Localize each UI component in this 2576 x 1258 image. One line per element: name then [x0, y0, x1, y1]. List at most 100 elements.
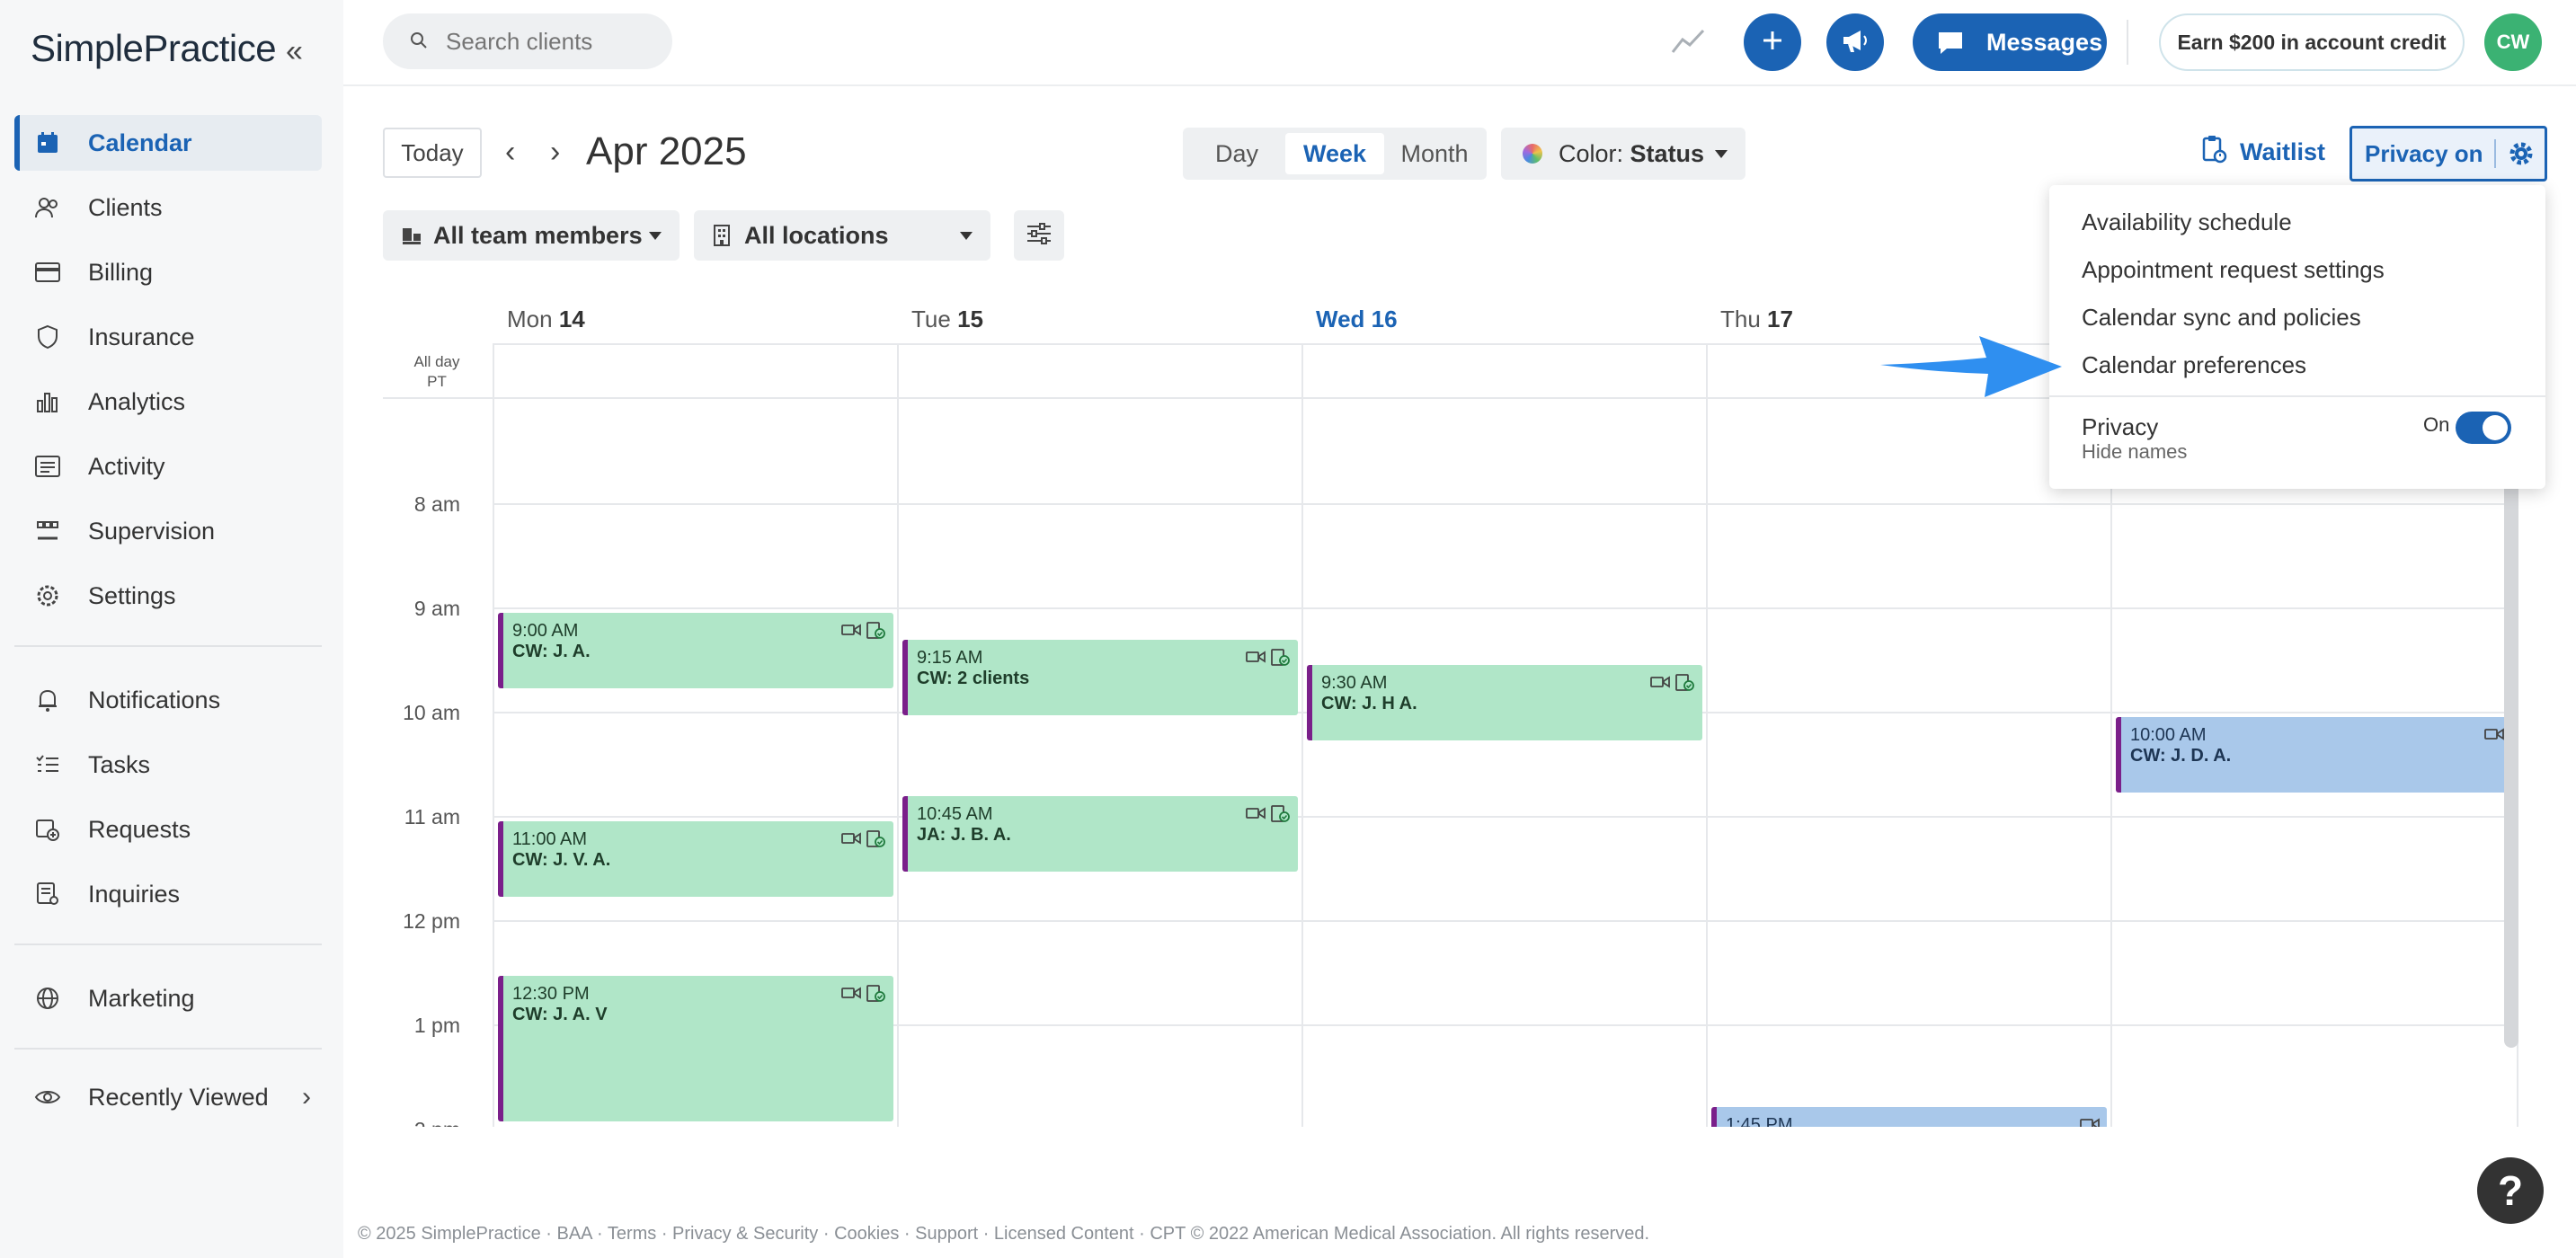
calendar-icon — [34, 129, 61, 156]
privacy-subtitle: Hide names — [2082, 440, 2188, 463]
megaphone-icon — [1841, 27, 1870, 58]
day-header-wed[interactable]: Wed 16 — [1316, 306, 1398, 333]
trend-chart-icon[interactable] — [1670, 23, 1706, 64]
sidebar-item-label: Clients — [88, 193, 163, 221]
today-button[interactable]: Today — [383, 128, 482, 178]
sliders-icon — [1026, 222, 1053, 250]
globe-icon — [34, 985, 61, 1012]
sidebar-item-label: Requests — [88, 815, 191, 843]
tab-month[interactable]: Month — [1388, 133, 1481, 174]
activity-icon — [34, 453, 61, 480]
collapse-sidebar-icon[interactable]: « — [286, 34, 303, 69]
calendar-scrollbar[interactable] — [2504, 473, 2518, 1048]
help-button[interactable]: ? — [2477, 1157, 2544, 1224]
sidebar-item-inquiries[interactable]: Inquiries — [14, 866, 322, 922]
messages-button[interactable]: Messages — [1913, 13, 2107, 71]
sidebar-item-requests[interactable]: Requests — [14, 802, 322, 857]
tasks-icon — [34, 751, 61, 778]
clipboard-clock-icon — [2202, 135, 2227, 170]
chat-bubble-icon — [1936, 30, 1965, 63]
sidebar-item-marketing[interactable]: Marketing — [14, 970, 322, 1026]
menu-item-appointment-request-settings[interactable]: Appointment request settings — [2082, 256, 2385, 284]
tab-week[interactable]: Week — [1285, 133, 1384, 174]
caret-down-icon — [1715, 149, 1728, 158]
topbar-separator — [2127, 20, 2128, 65]
sidebar-item-label: Notifications — [88, 686, 221, 713]
grid-line — [493, 503, 2518, 505]
sidebar-item-insurance[interactable]: Insurance — [14, 309, 322, 365]
sidebar-divider — [14, 944, 322, 945]
color-value: Status — [1630, 139, 1705, 167]
waitlist-label: Waitlist — [2240, 138, 2326, 165]
grid-line — [493, 920, 2518, 922]
note-check-icon — [866, 622, 886, 645]
search-input[interactable] — [446, 13, 662, 69]
sidebar-item-analytics[interactable]: Analytics — [14, 374, 322, 430]
sidebar: SimplePractice « Calendar Clients Billin… — [0, 0, 343, 1258]
team-members-filter[interactable]: All team members — [383, 210, 680, 261]
sidebar-item-tasks[interactable]: Tasks — [14, 737, 322, 793]
search-box[interactable] — [383, 13, 672, 69]
simplepractice-logo[interactable]: SimplePractice — [31, 27, 277, 70]
team-icon — [401, 225, 422, 252]
add-button[interactable] — [1744, 13, 1801, 71]
sidebar-item-clients[interactable]: Clients — [14, 180, 322, 235]
video-icon — [1246, 805, 1266, 828]
requests-icon — [34, 816, 61, 843]
privacy-toggle[interactable] — [2456, 412, 2511, 444]
appointment[interactable]: 9:15 AM CW: 2 clients — [902, 640, 1298, 715]
messages-label: Messages — [1986, 28, 2103, 56]
next-week-icon[interactable]: › — [550, 135, 560, 170]
privacy-button[interactable]: Privacy on — [2349, 126, 2547, 182]
location-filter-label: All locations — [744, 221, 889, 249]
day-header-thu[interactable]: Thu 17 — [1720, 306, 1793, 333]
sidebar-item-notifications[interactable]: Notifications — [14, 672, 322, 728]
sidebar-item-settings[interactable]: Settings — [14, 568, 322, 624]
appointment[interactable]: 11:00 AM CW: J. V. A. — [498, 821, 893, 897]
hour-label: 2 pm — [383, 1118, 460, 1127]
announcements-button[interactable] — [1826, 13, 1884, 71]
tab-day[interactable]: Day — [1192, 133, 1282, 174]
avatar[interactable]: CW — [2484, 13, 2542, 71]
appointment[interactable]: 12:30 PM CW: J. A. V — [498, 976, 893, 1121]
appointment[interactable]: 9:00 AM CW: J. A. — [498, 613, 893, 688]
sidebar-item-label: Supervision — [88, 517, 216, 545]
all-day-label: All day PT — [383, 352, 491, 392]
grid-line — [493, 607, 2518, 609]
locations-filter[interactable]: All locations — [694, 210, 990, 261]
sidebar-item-label: Tasks — [88, 750, 151, 778]
day-header-tue[interactable]: Tue 15 — [911, 306, 983, 333]
color-by-dropdown[interactable]: Color: Status — [1501, 128, 1745, 180]
privacy-separator — [2494, 139, 2496, 168]
sidebar-item-calendar[interactable]: Calendar — [14, 115, 322, 171]
video-icon — [841, 830, 861, 854]
privacy-title: Privacy — [2082, 413, 2159, 440]
color-wheel-icon — [1523, 144, 1542, 164]
sidebar-item-billing[interactable]: Billing — [14, 244, 322, 300]
sidebar-item-recently-viewed[interactable]: Recently Viewed › — [14, 1069, 322, 1125]
appointment[interactable]: 1:45 PM — [1711, 1107, 2107, 1127]
video-icon — [1246, 649, 1266, 672]
waitlist-button[interactable]: Waitlist — [2202, 135, 2325, 170]
day-header-mon[interactable]: Mon 14 — [507, 306, 585, 333]
sidebar-item-label: Marketing — [88, 984, 195, 1012]
sidebar-item-activity[interactable]: Activity — [14, 439, 322, 494]
gear-icon[interactable] — [2507, 139, 2536, 174]
earn-credit-button[interactable]: Earn $200 in account credit — [2159, 13, 2465, 71]
menu-item-calendar-preferences[interactable]: Calendar preferences — [2082, 351, 2306, 379]
supervision-icon — [34, 518, 61, 545]
sidebar-divider — [14, 1048, 322, 1050]
top-bar: Messages Earn $200 in account credit CW — [343, 0, 2576, 86]
hour-label: 12 pm — [403, 909, 460, 933]
sidebar-item-supervision[interactable]: Supervision — [14, 503, 322, 559]
appointment[interactable]: 10:45 AM JA: J. B. A. — [902, 796, 1298, 872]
menu-item-availability-schedule[interactable]: Availability schedule — [2082, 208, 2292, 236]
grid-line — [493, 343, 494, 1127]
sidebar-item-label: Insurance — [88, 323, 195, 350]
menu-item-calendar-sync-policies[interactable]: Calendar sync and policies — [2082, 304, 2361, 332]
filter-options-button[interactable] — [1014, 210, 1064, 261]
appointment[interactable]: 10:00 AM CW: J. D. A. — [2116, 717, 2511, 793]
appointment[interactable]: 9:30 AM CW: J. H A. — [1307, 665, 1702, 740]
pointer-arrow-icon — [1880, 336, 2062, 397]
previous-week-icon[interactable]: ‹ — [505, 135, 515, 170]
